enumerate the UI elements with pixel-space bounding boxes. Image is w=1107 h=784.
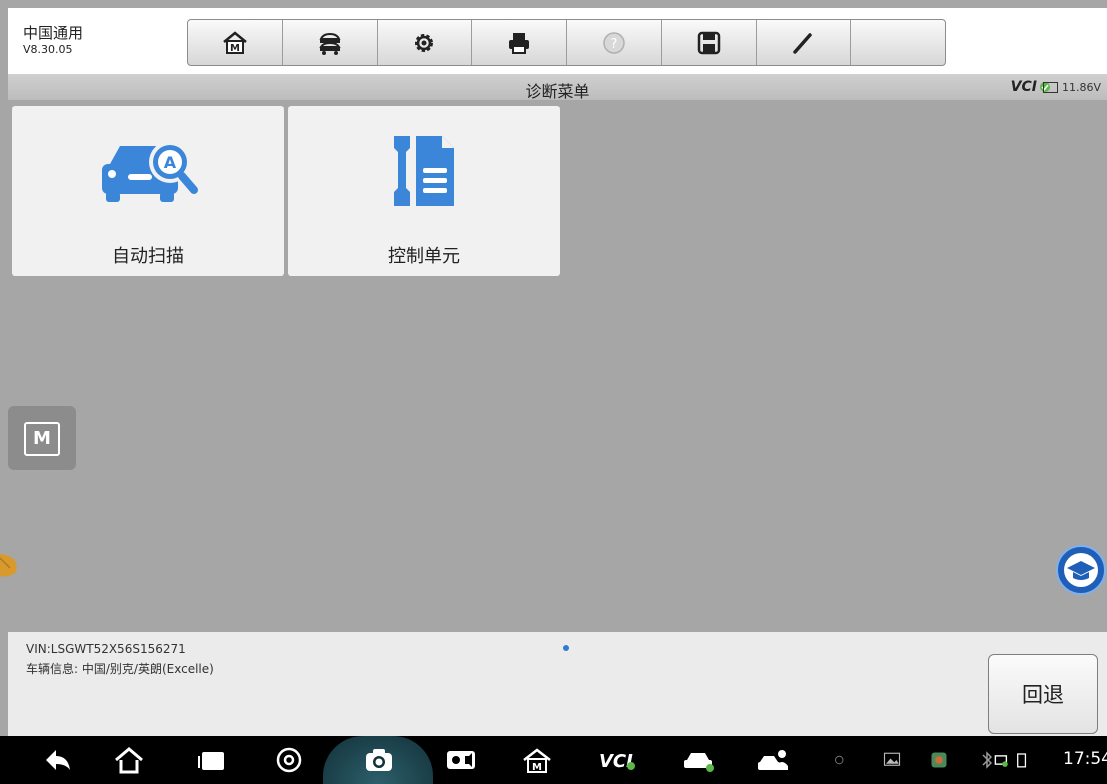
empty-tool-slot: [851, 20, 945, 65]
edit-button[interactable]: [757, 20, 852, 65]
svg-text:M: M: [532, 762, 542, 773]
nav-vehicle-button[interactable]: [682, 746, 714, 774]
top-bar: 中国通用 V8.30.05 M ?: [8, 8, 1107, 82]
nav-gallery-button[interactable]: [883, 746, 907, 774]
back-arrow-icon: [46, 750, 70, 770]
nav-chrome-button[interactable]: [273, 746, 305, 774]
nav-display-settings-button[interactable]: [445, 746, 477, 774]
page-title: 诊断菜单: [525, 82, 590, 101]
vci-icon: VCI: [599, 751, 635, 772]
autel-home-icon: M: [523, 748, 551, 773]
auto-scan-label: 自动扫描: [112, 246, 184, 267]
svg-text:VCI: VCI: [599, 751, 633, 772]
leaf-icon: [0, 554, 17, 577]
chrome-icon: [276, 747, 302, 773]
battery-voltage: 11.86V: [1042, 81, 1101, 94]
settings-icon: [415, 33, 434, 52]
car-search-icon: A: [102, 141, 198, 202]
diagnostic-menu: A 自动扫描 控制单元: [8, 100, 1107, 632]
nav-remote-button[interactable]: [757, 746, 789, 774]
recent-apps-icon: [198, 752, 224, 770]
wrench-document-icon: [394, 136, 454, 206]
image-icon: [883, 752, 901, 766]
floating-menu-button[interactable]: M: [8, 406, 76, 470]
bluetooth-icon: [982, 751, 993, 769]
back-button[interactable]: 回退: [988, 654, 1098, 734]
toolbar: M ?: [187, 19, 946, 66]
clock: 17:54: [1063, 749, 1107, 769]
battery-icon: [1042, 82, 1058, 93]
network-icon: [994, 755, 1008, 767]
nav-recents-button[interactable]: [196, 746, 228, 774]
edit-icon: [793, 32, 813, 54]
nav-back-button[interactable]: [42, 746, 74, 774]
nav-misc-button[interactable]: [833, 746, 853, 774]
nav-autel-home-button[interactable]: M: [521, 746, 553, 774]
vehicle-info-text: 车辆信息: 中国/别克/英朗(Excelle): [26, 662, 214, 676]
home-icon: [115, 747, 143, 774]
m-icon: M: [24, 422, 60, 456]
android-nav-bar: M VCI 17:54: [0, 736, 1107, 784]
auto-scan-tile[interactable]: A 自动扫描: [12, 106, 284, 276]
vehicle-swap-button[interactable]: [283, 20, 378, 65]
save-button[interactable]: [662, 20, 757, 65]
camera-icon: [366, 749, 392, 771]
svg-text:A: A: [164, 153, 177, 172]
vci-label: VCI: [1010, 79, 1037, 95]
control-unit-tile[interactable]: 控制单元: [288, 106, 560, 276]
app-title: 中国通用: [23, 24, 84, 42]
help-icon: ?: [603, 31, 625, 54]
svg-text:M: M: [230, 43, 240, 54]
app-icon: [931, 752, 947, 768]
page-indicator-dot: [563, 645, 569, 651]
print-icon: [509, 32, 530, 54]
control-unit-label: 控制单元: [388, 246, 460, 267]
nav-app-button[interactable]: [930, 746, 954, 774]
vehicle-swap-icon: [319, 32, 341, 55]
tutorial-button[interactable]: [1055, 544, 1107, 596]
nav-camera-button[interactable]: [323, 736, 433, 784]
voltage-value: 11.86V: [1061, 81, 1101, 94]
status-icons: [980, 746, 1028, 774]
brightness-volume-icon: [447, 751, 475, 769]
nav-home-button[interactable]: [113, 746, 145, 774]
car-icon: [684, 753, 714, 772]
help-button[interactable]: ?: [567, 20, 662, 65]
print-button[interactable]: [472, 20, 567, 65]
emoji-icon: [835, 755, 844, 765]
bottom-info-bar: VIN:LSGWT52X56S156271 车辆信息: 中国/别克/英朗(Exc…: [8, 632, 1107, 736]
app-version: V8.30.05: [23, 43, 73, 56]
nav-vci-button[interactable]: VCI: [597, 746, 637, 774]
settings-button[interactable]: [378, 20, 473, 65]
battery-status-icon: [1017, 753, 1027, 768]
svg-text:?: ?: [610, 37, 617, 52]
remote-support-icon: [758, 750, 788, 770]
save-icon: [697, 31, 720, 54]
home-button[interactable]: M: [188, 20, 283, 65]
home-icon: M: [223, 30, 247, 54]
menu-title-bar: 诊断菜单 VCI 11.86V: [8, 74, 1107, 101]
vin-text: VIN:LSGWT52X56S156271: [26, 642, 186, 656]
